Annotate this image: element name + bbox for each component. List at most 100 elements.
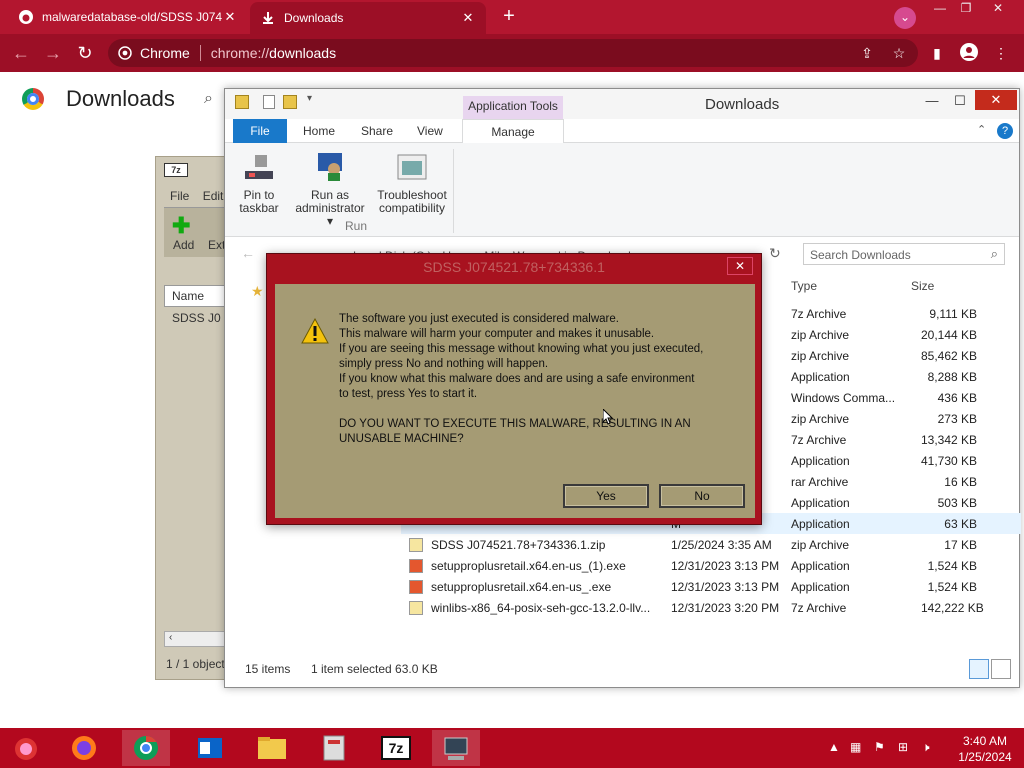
show-hidden-icons-icon[interactable]: ▲ xyxy=(828,740,840,754)
clock[interactable]: 3:40 AM 1/25/2024 xyxy=(950,733,1020,765)
cell-size: 17 KB xyxy=(944,538,977,552)
collapse-ribbon-icon[interactable]: ⌃ xyxy=(977,123,986,136)
cell-size: 41,730 KB xyxy=(921,454,978,468)
chrome-icon xyxy=(118,46,132,60)
minimize-icon[interactable]: — xyxy=(928,0,952,18)
star-icon[interactable]: ☆ xyxy=(888,42,910,64)
table-row[interactable]: SDSS J074521.78+734336.1.zip 1/25/2024 3:… xyxy=(401,534,1021,555)
sevenzip-window: 7z File Edit ✚ Add Ext Name SDSS J0 ‹ 1 … xyxy=(155,156,236,680)
maximize-icon[interactable]: ☐ xyxy=(945,91,975,111)
cell-type: 7z Archive xyxy=(791,433,847,447)
table-row[interactable]: setupproplusretail.x64.en-us_.exe 12/31/2… xyxy=(401,576,1021,597)
cell-name: setupproplusretail.x64.en-us_.exe xyxy=(431,580,612,594)
no-button[interactable]: No xyxy=(659,484,745,508)
new-folder-icon[interactable] xyxy=(283,95,297,109)
back-icon[interactable]: ← xyxy=(241,245,255,261)
share-icon[interactable]: ⇪ xyxy=(856,42,878,64)
refresh-icon[interactable]: ↻ xyxy=(769,245,781,262)
properties-icon[interactable] xyxy=(263,95,275,109)
connection-icon[interactable]: ⊞ xyxy=(898,740,908,754)
malware-app-icon[interactable] xyxy=(432,730,480,766)
reload-icon[interactable]: ↻ xyxy=(74,42,96,64)
cell-type: 7z Archive xyxy=(791,307,847,321)
forward-icon[interactable]: → xyxy=(42,42,64,64)
cell-size: 142,222 KB xyxy=(921,601,984,615)
search-icon[interactable]: ⌕ xyxy=(204,90,213,108)
close-icon[interactable]: ✕ xyxy=(986,0,1010,18)
side-panel-icon[interactable]: ▮ xyxy=(926,42,948,64)
file-icon xyxy=(409,580,423,594)
file-icon xyxy=(409,559,423,573)
admin-icon xyxy=(314,151,346,183)
page-title: Downloads xyxy=(66,86,175,111)
malware-dialog: SDSS J074521.78+734336.1 ✕ The software … xyxy=(266,253,762,525)
menu-icon[interactable]: ⋮ xyxy=(990,42,1012,64)
close-tab-icon[interactable]: ✕ xyxy=(460,10,476,26)
minimize-icon[interactable]: — xyxy=(917,91,947,111)
flag-icon[interactable]: ⚑ xyxy=(874,740,885,754)
archive-item-label: SDSS J0 xyxy=(172,311,221,325)
details-view-icon[interactable] xyxy=(969,659,989,679)
help-icon[interactable]: ? xyxy=(997,123,1013,139)
cell-size: 503 KB xyxy=(937,496,977,510)
column-size[interactable]: Size xyxy=(911,279,934,293)
url-path: downloads xyxy=(269,45,337,61)
cell-size: 63 KB xyxy=(944,517,977,531)
cell-type: zip Archive xyxy=(791,412,850,426)
pin-icon xyxy=(243,151,275,183)
tab-share[interactable]: Share xyxy=(351,119,403,143)
run-as-admin-button[interactable]: Run as administrator ▾ xyxy=(293,151,367,228)
back-icon[interactable]: ← xyxy=(10,42,32,64)
volume-muted-icon[interactable]: 🕨 xyxy=(922,740,930,755)
troubleshoot-icon xyxy=(396,151,428,183)
sevenzip-taskbar-icon[interactable]: 7z xyxy=(372,730,420,766)
file-icon xyxy=(409,601,423,615)
tab-downloads[interactable]: Downloads ✕ xyxy=(250,2,486,34)
cell-type: Application xyxy=(791,559,850,573)
clock-time: 3:40 AM xyxy=(962,734,1008,748)
address-bar[interactable]: Chrome chrome:// downloads xyxy=(108,39,918,67)
table-row[interactable]: winlibs-x86_64-posix-seh-gcc-13.2.0-llv.… xyxy=(401,597,1021,618)
sevenzip-logo-icon: 7z xyxy=(164,163,188,177)
add-button[interactable]: Add xyxy=(173,238,203,252)
restore-icon[interactable]: ❐ xyxy=(954,0,978,18)
close-tab-icon[interactable]: ✕ xyxy=(222,9,238,25)
cell-date: 12/31/2023 3:13 PM xyxy=(671,559,780,573)
star-icon[interactable]: ★ xyxy=(251,283,264,300)
menu-file[interactable]: File xyxy=(170,189,189,203)
close-icon[interactable]: ✕ xyxy=(727,257,753,275)
tab-home[interactable]: Home xyxy=(293,119,345,143)
status-selected: 1 item selected 63.0 KB xyxy=(311,662,438,676)
tab-view[interactable]: View xyxy=(407,119,453,143)
table-row[interactable]: setupproplusretail.x64.en-us_(1).exe 12/3… xyxy=(401,555,1021,576)
cell-type: zip Archive xyxy=(791,328,850,342)
outlook-icon[interactable] xyxy=(186,730,234,766)
chevron-down-icon[interactable]: ⌄ xyxy=(894,7,916,29)
column-type[interactable]: Type xyxy=(791,279,817,293)
chevron-down-icon[interactable]: ▾ xyxy=(307,93,312,104)
search-input[interactable]: Search Downloads ⌕ xyxy=(803,243,1005,265)
add-icon[interactable]: ✚ xyxy=(172,213,196,239)
menu-edit[interactable]: Edit xyxy=(203,189,224,203)
cell-type: Application xyxy=(791,580,850,594)
pin-to-taskbar-button[interactable]: Pin to taskbar xyxy=(237,151,281,215)
close-icon[interactable]: ✕ xyxy=(975,90,1017,110)
chrome-taskbar-icon[interactable] xyxy=(122,730,170,766)
tab-file[interactable]: File xyxy=(233,119,287,143)
file-explorer-icon[interactable] xyxy=(248,730,296,766)
large-icons-view-icon[interactable] xyxy=(991,659,1011,679)
profile-icon[interactable] xyxy=(958,42,980,64)
cell-name: SDSS J074521.78+734336.1.zip xyxy=(431,538,606,552)
tab-manage[interactable]: Manage xyxy=(462,119,564,144)
start-button[interactable] xyxy=(2,730,50,766)
yes-button[interactable]: Yes xyxy=(563,484,649,508)
tab-github[interactable]: malwaredatabase-old/SDSS J074 ✕ xyxy=(8,0,248,34)
new-tab-button[interactable]: + xyxy=(498,6,520,28)
ribbon: Pin to taskbar Run as administrator ▾ Tr… xyxy=(225,143,1019,237)
archive-app-icon[interactable] xyxy=(310,730,358,766)
site-chip: Chrome xyxy=(140,45,190,61)
troubleshoot-button[interactable]: Troubleshoot compatibility xyxy=(375,151,449,215)
network-icon[interactable]: ▦ xyxy=(850,740,861,754)
firefox-icon[interactable] xyxy=(60,730,108,766)
ribbon-tabs: File Home Share View Manage ⌃ ? xyxy=(225,119,1019,144)
